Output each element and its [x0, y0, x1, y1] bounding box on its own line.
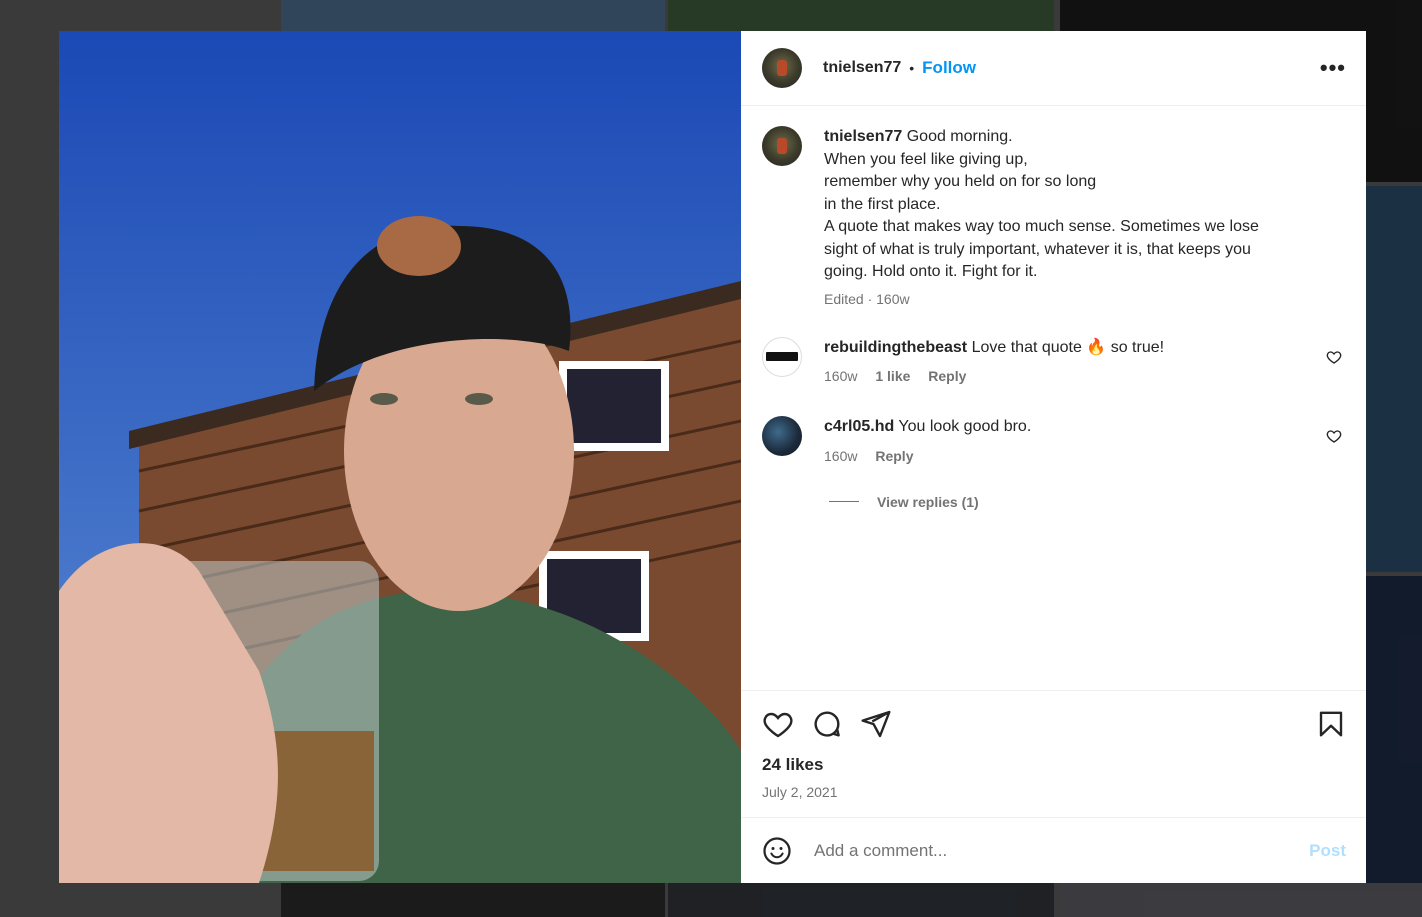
reply-button[interactable]: Reply: [928, 368, 966, 384]
comment-likes[interactable]: 1 like: [875, 368, 910, 384]
caption-line: A quote that makes way too much sense. S…: [824, 218, 1259, 235]
replies-divider-line: [829, 501, 859, 502]
comment-text: Love that quote 🔥 so true!: [971, 338, 1165, 356]
emoji-icon[interactable]: [762, 836, 792, 866]
post-details-panel: tnielsen77 • Follow ••• tnielsen77 Good …: [741, 31, 1366, 883]
comment-text: You look good bro.: [898, 418, 1032, 435]
commenter-username[interactable]: c4rl05.hd: [824, 418, 894, 435]
post-header: tnielsen77 • Follow •••: [741, 31, 1366, 106]
comment-icon[interactable]: [811, 708, 843, 740]
caption-line: When you feel like giving up,: [824, 150, 1028, 168]
post-date[interactable]: July 2, 2021: [762, 784, 1346, 800]
post-photo[interactable]: [59, 31, 741, 883]
comment-age[interactable]: 160w: [824, 368, 857, 384]
comment-age[interactable]: 160w: [824, 448, 857, 464]
caption-text: tnielsen77 Good morning. When you feel l…: [824, 126, 1259, 284]
commenter-avatar[interactable]: [762, 336, 802, 377]
comment-input[interactable]: [812, 839, 1310, 862]
comment-heart-icon[interactable]: [1326, 428, 1342, 444]
more-icon[interactable]: •••: [1320, 55, 1346, 81]
caption-avatar[interactable]: [762, 126, 802, 166]
comment-item: c4rl05.hd You look good bro. 160w Reply: [762, 416, 1346, 464]
heart-icon[interactable]: [762, 708, 794, 740]
share-icon[interactable]: [860, 708, 892, 740]
commenter-username[interactable]: rebuildingthebeast: [824, 339, 967, 356]
commenter-avatar[interactable]: [762, 416, 802, 456]
caption-line: going. Hold onto it. Fight for it.: [824, 263, 1038, 280]
author-avatar[interactable]: [762, 48, 802, 88]
post-comment-button[interactable]: Post: [1309, 841, 1346, 861]
comments-section: tnielsen77 Good morning. When you feel l…: [741, 106, 1366, 690]
caption-line: in the first place.: [824, 195, 941, 213]
bookmark-icon[interactable]: [1316, 709, 1346, 739]
comment-heart-icon[interactable]: [1326, 349, 1342, 365]
caption-line: remember why you held on for so long: [824, 173, 1097, 190]
comment-item: rebuildingthebeast Love that quote 🔥 so …: [762, 336, 1346, 384]
action-icons: [762, 707, 1346, 741]
post-photo-illustration: [59, 31, 741, 883]
author-username[interactable]: tnielsen77: [823, 59, 901, 77]
add-comment-bar: Post: [741, 817, 1366, 883]
post-actions: 24 likes July 2, 2021: [741, 690, 1366, 800]
caption-meta: Edited · 160w: [824, 290, 910, 307]
post-modal: tnielsen77 • Follow ••• tnielsen77 Good …: [59, 31, 1366, 883]
likes-count[interactable]: 24 likes: [762, 755, 1346, 775]
caption-username[interactable]: tnielsen77: [824, 128, 902, 145]
caption-line: sight of what is truly important, whatev…: [824, 240, 1251, 258]
caption-line: Good morning.: [906, 128, 1013, 145]
separator-dot: •: [909, 60, 915, 76]
caption: tnielsen77 Good morning. When you feel l…: [762, 126, 1346, 307]
reply-button[interactable]: Reply: [875, 448, 913, 464]
view-replies-label: View replies (1): [877, 493, 979, 510]
follow-button[interactable]: Follow: [922, 58, 976, 78]
view-replies-button[interactable]: View replies (1): [829, 494, 1346, 510]
